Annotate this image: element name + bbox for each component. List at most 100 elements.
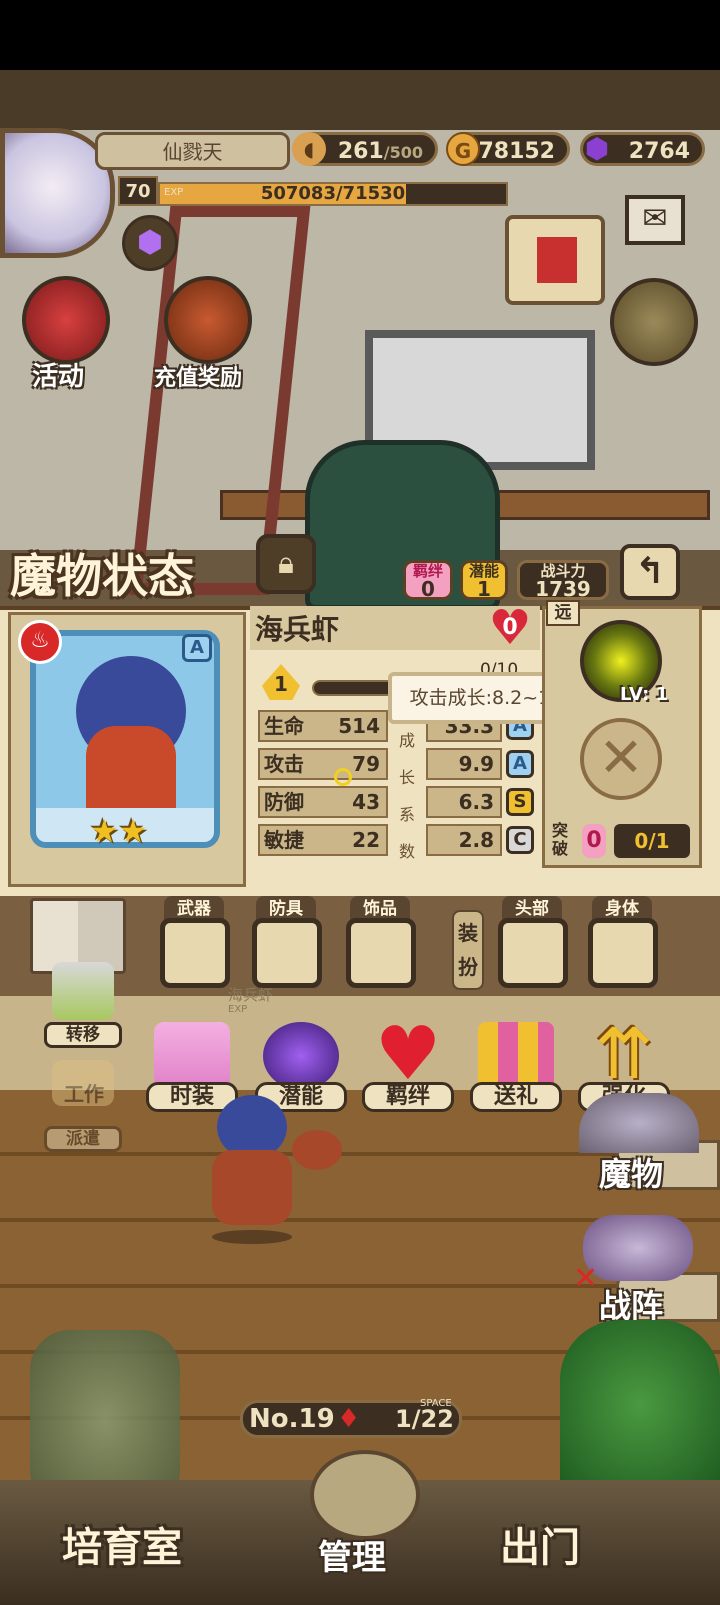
- work-button[interactable]: 工作 派遣: [44, 1060, 124, 1152]
- page-title: 魔物状态: [10, 549, 194, 603]
- mail-icon[interactable]: ✉: [625, 195, 685, 245]
- dispatch-label: 派遣: [44, 1126, 122, 1152]
- lock-icon[interactable]: 🔒︎: [256, 534, 316, 594]
- manage-label: 管理: [318, 1538, 386, 1578]
- equip-slot-head[interactable]: [498, 918, 568, 988]
- gift-button[interactable]: 送礼: [470, 1022, 562, 1112]
- gold-counter[interactable]: 178152 G: [446, 132, 570, 166]
- monster-name: 海兵虾: [255, 613, 340, 646]
- breakthrough-row[interactable]: 突破 0 0/1: [550, 818, 694, 864]
- monster-sprite[interactable]: [192, 1095, 342, 1245]
- equip-slot-armor[interactable]: [252, 918, 322, 988]
- go-out-button[interactable]: 出门: [500, 1515, 580, 1573]
- stamina-max: /500: [383, 143, 423, 162]
- stat-value: 514: [338, 714, 380, 738]
- stat-label: 防御: [264, 790, 304, 814]
- stat-label: 敏捷: [264, 828, 304, 852]
- grade-badge: C: [506, 826, 534, 854]
- breakthrough-progress: 0/1: [614, 824, 690, 858]
- breakthrough-label: 突破: [552, 821, 569, 858]
- crossed-swords-icon: ✕: [573, 1261, 599, 1296]
- nursery-button[interactable]: 培育室: [62, 1515, 182, 1573]
- equip-slot-weapon[interactable]: [160, 918, 230, 988]
- transfer-button[interactable]: 转移: [44, 962, 124, 1052]
- bond-chip: 羁绊 0: [403, 560, 453, 600]
- range-tag: 远: [546, 600, 580, 626]
- exp-text: 507083/71530: [260, 183, 406, 204]
- stat-growth: 9.9: [426, 748, 502, 780]
- stat-value: 43: [352, 790, 380, 814]
- skill-level: LV: 1: [620, 684, 669, 705]
- bread-icon: ◖: [292, 132, 326, 166]
- tree-decoration: [560, 1320, 720, 1490]
- recharge-reward-label: 充值奖励: [154, 366, 243, 391]
- add-gem-button[interactable]: ⬢: [122, 215, 178, 271]
- grade-badge: A: [506, 750, 534, 778]
- back-button[interactable]: ↰: [620, 544, 680, 600]
- heart-count: 0: [502, 615, 518, 640]
- treasure-chest-icon: [164, 276, 252, 364]
- gold-coin-icon: G: [446, 132, 480, 166]
- recharge-reward-button[interactable]: 充值奖励: [150, 276, 270, 391]
- stat-label: 生命: [264, 714, 304, 738]
- room-number: No.19: [249, 1404, 335, 1434]
- blood-drop-icon: ♦: [337, 1404, 361, 1434]
- monsters-tab-label: 魔物: [599, 1155, 664, 1193]
- equip-slot-accessory[interactable]: [346, 918, 416, 988]
- work-label: 工作: [64, 1082, 104, 1106]
- rank-badge: A: [182, 634, 212, 662]
- backpack-icon[interactable]: [610, 278, 698, 366]
- player-name: 仙戮天: [95, 132, 290, 170]
- stat-value: 22: [352, 828, 380, 852]
- bond-button[interactable]: ♥ 羁绊: [362, 1011, 454, 1112]
- sprite-exp-label: EXP: [228, 1004, 248, 1015]
- formation-tab-art: [583, 1215, 693, 1281]
- bond-action-label: 羁绊: [362, 1082, 454, 1112]
- keys-icon: [310, 1450, 420, 1540]
- bond-value: 0: [421, 577, 435, 601]
- stat-growth: 6.3: [426, 786, 502, 818]
- arrow-up-icon: ⇈: [594, 1013, 654, 1095]
- equip-slot-body[interactable]: [588, 918, 658, 988]
- hearts-icon: ♥: [374, 1011, 442, 1097]
- stamina-value: 261: [337, 139, 384, 164]
- star-rating: ★★: [90, 812, 148, 850]
- gem-counter[interactable]: 2764 ⬢: [580, 132, 705, 166]
- formation-tab[interactable]: ✕ 战阵: [573, 1215, 720, 1325]
- demon-icon: [263, 1022, 339, 1090]
- gift-box-icon: [22, 276, 110, 364]
- stat-growth: 2.8: [426, 824, 502, 856]
- gift-label: 送礼: [470, 1082, 562, 1112]
- gift-icon: [478, 1022, 554, 1090]
- activity-label: 活动: [32, 362, 85, 392]
- dressup-label: 装扮: [452, 910, 484, 990]
- stat-value: 79: [352, 752, 380, 776]
- transfer-icon: [52, 962, 114, 1020]
- fire-element-icon: ♨: [18, 620, 62, 664]
- sprite-name: 海兵虾: [228, 986, 274, 1004]
- grade-badge: S: [506, 788, 534, 816]
- power-value: 1739: [535, 577, 591, 601]
- player-level: 70: [118, 176, 158, 206]
- transfer-label: 转移: [44, 1022, 122, 1048]
- manage-button[interactable]: 管理: [290, 1450, 440, 1600]
- growth-side-label: 成长系数: [398, 731, 415, 861]
- room-ceiling: [0, 70, 720, 130]
- space-label: SPACE: [420, 1398, 452, 1409]
- locked-skill-slot-icon[interactable]: ✕: [580, 718, 662, 800]
- tap-indicator: [334, 768, 352, 786]
- exp-bar: EXP 507083/71530: [158, 182, 508, 206]
- power-chip: 战斗力 1739: [517, 560, 609, 600]
- stat-label: 攻击: [264, 752, 304, 776]
- gem-icon: ⬢: [584, 132, 610, 165]
- breakthrough-value: 0: [582, 824, 606, 858]
- stamina-counter[interactable]: 261/500 ◖: [292, 132, 438, 166]
- potential-value: 1: [477, 577, 491, 601]
- status-bar-area: [0, 0, 720, 70]
- dress-icon: [154, 1022, 230, 1090]
- activity-button[interactable]: 活动: [12, 276, 122, 392]
- monsters-tab[interactable]: 魔物: [579, 1093, 720, 1193]
- potential-chip: 潜能 1: [460, 560, 508, 600]
- monsters-tab-art: [579, 1093, 699, 1153]
- quest-scroll-icon[interactable]: [505, 215, 605, 305]
